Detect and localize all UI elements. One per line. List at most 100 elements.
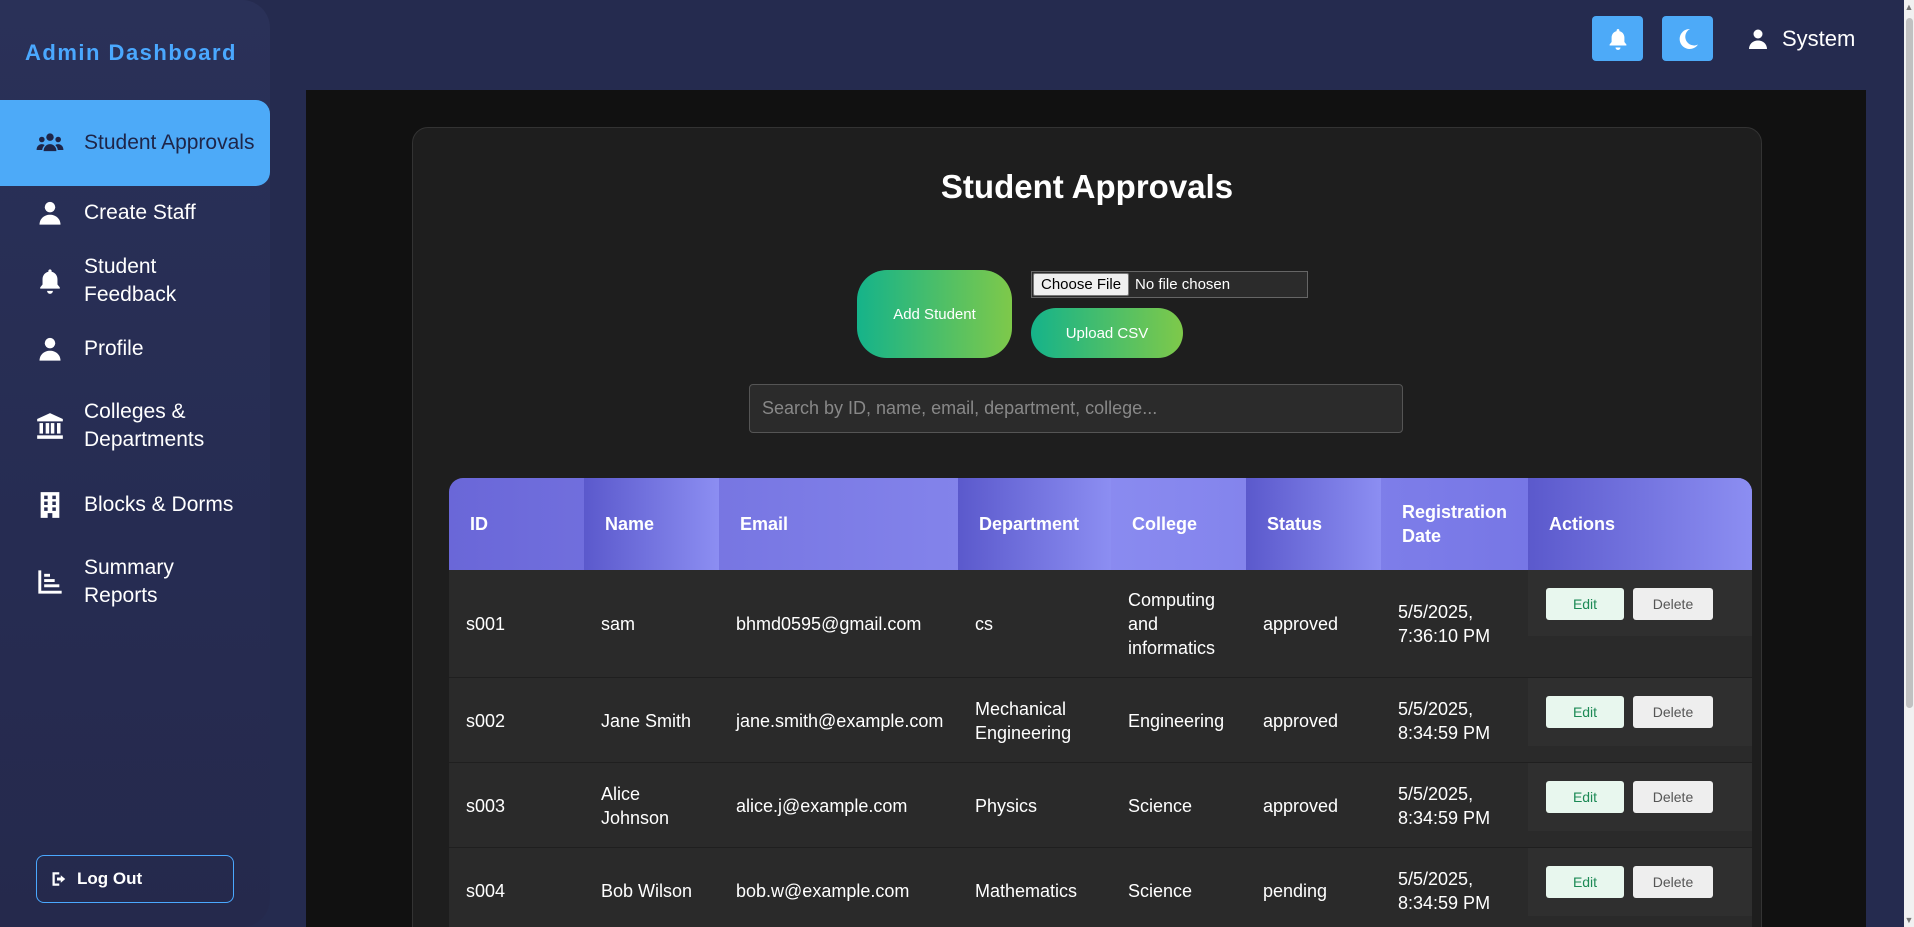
cell-status: approved <box>1263 614 1339 634</box>
page-title: Student Approvals <box>940 168 1234 205</box>
cell-email: bhmd0595@gmail.com <box>736 614 922 634</box>
sidebar-item-label: Summary Reports <box>84 556 174 607</box>
sidebar-item-label: Colleges & Departments <box>84 400 205 451</box>
sidebar-item-summary-reports[interactable]: Summary Reports <box>0 542 270 622</box>
cell-id: s003 <box>466 795 506 816</box>
cell-college: Engineering <box>1128 710 1225 731</box>
cell-name: Jane Smith <box>601 710 692 731</box>
file-input[interactable]: Choose File No file chosen <box>1031 271 1308 298</box>
add-student-button[interactable]: Add Student <box>857 270 1012 358</box>
moon-icon <box>1679 28 1698 49</box>
cell-college: Science <box>1128 795 1193 816</box>
user-name: System <box>1782 26 1856 51</box>
users-icon <box>34 127 66 159</box>
column-header-email: Email <box>740 514 789 534</box>
cell-registration-date: 5/5/2025, 8:34:59 PM <box>1398 868 1491 913</box>
bell-icon <box>1609 28 1626 50</box>
notifications-button[interactable] <box>1592 16 1643 61</box>
column-header-id: ID <box>470 514 488 534</box>
sidebar-item-colleges-departments[interactable]: Colleges & Departments <box>0 386 270 466</box>
cell-department: Physics <box>975 795 1038 816</box>
delete-button[interactable]: Delete <box>1633 588 1713 620</box>
cell-department: cs <box>975 614 993 634</box>
sidebar-item-label: Student Approvals <box>84 131 255 154</box>
logout-button[interactable]: Log Out <box>36 855 234 903</box>
table-row: s004 Bob Wilson bob.w@example.com Mathem… <box>449 848 1752 927</box>
sidebar-item-blocks-dorms[interactable]: Blocks & Dorms <box>0 474 270 536</box>
university-icon <box>34 410 66 442</box>
column-header-registration-date: Registration Date <box>1402 502 1508 546</box>
sidebar-item-label: Blocks & Dorms <box>84 493 234 516</box>
edit-button[interactable]: Edit <box>1546 866 1624 898</box>
cell-id: s002 <box>466 710 506 731</box>
scroll-down-icon[interactable]: ▼ <box>1904 913 1914 927</box>
file-status: No file chosen <box>1135 276 1231 293</box>
main-content: Student Approvals Add Student Choose Fil… <box>306 90 1866 927</box>
cell-email: alice.j@example.com <box>736 795 908 816</box>
cell-registration-date: 5/5/2025, 8:34:59 PM <box>1398 783 1491 828</box>
scroll-up-icon[interactable]: ▲ <box>1904 0 1914 14</box>
topbar: System <box>270 0 1914 90</box>
cell-department: Mechanical Engineering <box>975 698 1072 743</box>
edit-button[interactable]: Edit <box>1546 588 1624 620</box>
cell-email: jane.smith@example.com <box>736 710 944 731</box>
user-menu[interactable]: System <box>1746 26 1855 52</box>
table-row: s003 Alice Johnson alice.j@example.com P… <box>449 763 1752 848</box>
column-header-college: College <box>1132 514 1198 534</box>
cell-name: sam <box>601 614 636 634</box>
choose-file-button[interactable]: Choose File <box>1033 273 1130 296</box>
building-icon <box>34 489 66 521</box>
sidebar-item-student-approvals[interactable]: Student Approvals <box>0 100 270 186</box>
table-row: s001 sam bhmd0595@gmail.com cs Computing… <box>449 570 1752 678</box>
brand-title: Admin Dashboard <box>25 40 237 65</box>
cell-id: s004 <box>466 880 506 901</box>
column-header-status: Status <box>1246 478 1381 570</box>
approvals-card: Student Approvals Add Student Choose Fil… <box>412 127 1762 927</box>
cell-registration-date: 5/5/2025, 8:34:59 PM <box>1398 698 1491 743</box>
edit-button[interactable]: Edit <box>1546 781 1624 813</box>
cell-status: approved <box>1263 795 1339 816</box>
logout-label: Log Out <box>77 869 143 888</box>
cell-college: Computing and informatics <box>1128 590 1216 658</box>
table-row: s002 Jane Smith jane.smith@example.com M… <box>449 678 1752 763</box>
sidebar-item-label: Create Staff <box>84 201 196 224</box>
sidebar-item-student-feedback[interactable]: Student Feedback <box>0 246 270 316</box>
students-table: ID Name Email Department College Status … <box>449 478 1752 927</box>
cell-name: Alice Johnson <box>601 783 670 828</box>
user-icon <box>1749 29 1767 49</box>
delete-button[interactable]: Delete <box>1633 866 1713 898</box>
user-icon <box>34 333 66 365</box>
sidebar-item-label: Student Feedback <box>84 255 177 306</box>
cell-name: Bob Wilson <box>601 880 693 901</box>
sidebar: Admin Dashboard Student Approvals Create… <box>0 0 270 927</box>
cell-department: Mathematics <box>975 880 1078 901</box>
logout-icon <box>52 872 66 886</box>
row-actions: Edit Delete <box>1528 588 1713 620</box>
column-header-name: Name <box>584 478 719 570</box>
row-actions: Edit Delete <box>1528 866 1713 898</box>
edit-button[interactable]: Edit <box>1546 696 1624 728</box>
theme-toggle-button[interactable] <box>1662 16 1713 61</box>
row-actions: Edit Delete <box>1528 696 1713 728</box>
delete-button[interactable]: Delete <box>1633 696 1713 728</box>
scrollbar-thumb[interactable] <box>1906 18 1913 708</box>
sidebar-item-label: Profile <box>84 337 144 360</box>
cell-email: bob.w@example.com <box>736 880 910 901</box>
cell-status: approved <box>1263 710 1339 731</box>
column-header-department: Department <box>958 478 1111 570</box>
upload-csv-button[interactable]: Upload CSV <box>1031 308 1183 358</box>
sidebar-item-profile[interactable]: Profile <box>0 318 270 380</box>
bell-icon <box>34 265 66 297</box>
delete-button[interactable]: Delete <box>1633 781 1713 813</box>
chart-icon <box>34 566 66 598</box>
row-actions: Edit Delete <box>1528 781 1713 813</box>
column-header-actions: Actions <box>1528 478 1752 570</box>
cell-registration-date: 5/5/2025, 7:36:10 PM <box>1398 602 1491 646</box>
cell-college: Science <box>1128 880 1193 901</box>
user-icon <box>34 197 66 229</box>
search-input[interactable] <box>749 384 1403 433</box>
sidebar-item-create-staff[interactable]: Create Staff <box>0 182 270 244</box>
table-header: ID Name Email Department College Status … <box>449 478 1752 570</box>
cell-id: s001 <box>466 614 506 634</box>
cell-status: pending <box>1263 880 1328 901</box>
